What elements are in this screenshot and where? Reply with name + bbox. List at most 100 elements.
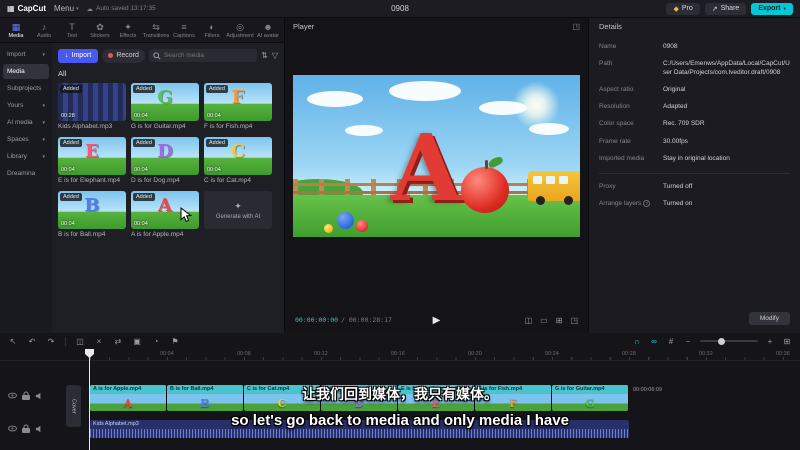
link-icon[interactable]: ∞ [649, 337, 659, 346]
ruler-label: 00:28 [622, 351, 636, 357]
sort-icon[interactable]: ⇅ [261, 51, 268, 60]
clip-letter: E [431, 397, 441, 410]
tab-captions[interactable]: ≡ Captions [170, 22, 198, 39]
search-input[interactable] [163, 52, 254, 59]
lock-track-icon[interactable] [22, 424, 30, 433]
tab-ai-avatar[interactable]: ☻ AI avatar [254, 22, 282, 39]
timeline-clip-b-ball[interactable]: B is for Ball.mp4 B [167, 385, 244, 411]
duration-label: 00:28 [61, 113, 75, 119]
player-expand-icon[interactable]: ◳ [572, 22, 580, 31]
snap-icon[interactable]: # [666, 337, 676, 346]
timeline-ruler[interactable]: 00:04 00:08 00:12 00:16 00:20 00:24 00:2… [0, 349, 800, 361]
media-card-e-elephant[interactable]: Added E 00:04 E is for Elephant.mp4 [58, 137, 126, 184]
tab-stickers[interactable]: ✿ Stickers [86, 22, 114, 39]
export-button[interactable]: Export ▾ [751, 2, 793, 15]
hide-track-icon[interactable] [8, 425, 17, 432]
media-card-kids-alphabet[interactable]: Added 00:28 Kids Alphabet.mp3 [58, 83, 126, 130]
grid-icon[interactable]: ⊞ [556, 316, 563, 325]
sidebar-item-subprojects[interactable]: Subprojects [3, 81, 49, 96]
zoom-in-icon[interactable]: + [765, 337, 775, 346]
sidebar-item-media[interactable]: Media [3, 64, 49, 79]
media-card-d-dog[interactable]: Added D 00:04 D is for Dog.mp4 [131, 137, 199, 184]
cover-button[interactable]: Cover [66, 385, 81, 427]
tab-filters[interactable]: ◐ Filters [198, 22, 226, 39]
media-card-g-guitar[interactable]: Added G 00:04 G is for Guitar.mp4 [131, 83, 199, 130]
import-button[interactable]: ↓ Import [58, 48, 99, 63]
tab-transitions[interactable]: ⇆ Transitions [142, 22, 170, 39]
speed-icon[interactable]: ◔ [151, 337, 161, 346]
clip-letter: D [354, 397, 364, 410]
mute-track-icon[interactable] [35, 392, 44, 400]
ratio-icon[interactable]: ▭ [540, 316, 548, 325]
scene-letter-a: A [390, 114, 463, 223]
mute-track-icon[interactable] [35, 425, 44, 433]
tab-audio[interactable]: ♪ Audio [30, 22, 58, 39]
fit-timeline-icon[interactable]: ⊞ [782, 337, 792, 346]
zoom-out-icon[interactable]: − [683, 337, 693, 346]
timeline-clip-f-fish[interactable]: F is for Fish.mp4 F [475, 385, 552, 411]
share-button[interactable]: ↗ Share [704, 2, 747, 15]
media-thumbnail: Added C 00:04 [204, 137, 272, 175]
tab-adjustment[interactable]: ◎ Adjustment [226, 22, 254, 39]
detail-label: Name [599, 43, 617, 50]
media-card-f-fish[interactable]: Added F 00:04 F is for Fish.mp4 [204, 83, 272, 130]
sidebar-item-library[interactable]: Library ▾ [3, 149, 49, 164]
scene-apple [461, 167, 509, 213]
chevron-down-icon: ▾ [42, 51, 45, 58]
timeline-clip-e-elephant[interactable]: E is for Elephant.mp4 E [398, 385, 475, 411]
sidebar-item-yours[interactable]: Yours ▾ [3, 98, 49, 113]
tab-media[interactable]: ▦ Media [2, 22, 30, 39]
tab-label: Effects [119, 32, 137, 39]
zoom-slider[interactable] [700, 337, 758, 345]
hide-track-icon[interactable] [8, 392, 17, 399]
pointer-tool-icon[interactable]: ↖ [8, 337, 18, 346]
mirror-preview-icon[interactable]: ◫ [525, 316, 533, 325]
clip-thumbnail: C [244, 394, 320, 411]
split-icon[interactable]: ◫ [75, 337, 85, 346]
media-thumbnail: Added G 00:04 [131, 83, 199, 121]
timeline-clip-a-apple[interactable]: A is for Apple.mp4 A [90, 385, 167, 411]
fullscreen-icon[interactable]: ◳ [570, 316, 578, 325]
detail-row-arrange-layers: Arrange layers? Turned on [599, 199, 790, 208]
menu-button[interactable]: Menu ▾ [54, 4, 79, 13]
pro-button[interactable]: ◆ Pro [666, 2, 700, 15]
timeline-clip-d-dog[interactable]: D is for Dog.mp4 D [321, 385, 398, 411]
undo-icon[interactable]: ↶ [27, 337, 37, 346]
play-button[interactable]: ▶ [433, 315, 441, 326]
redo-icon[interactable]: ↷ [46, 337, 56, 346]
media-card-b-ball[interactable]: Added B 00:04 B is for Ball.mp4 [58, 191, 126, 238]
search-box[interactable] [148, 49, 258, 62]
scene-school-bus [528, 171, 580, 205]
zoom-knob[interactable] [718, 337, 725, 345]
sidebar-item-dreamina[interactable]: Dreamina [3, 166, 49, 181]
media-card-a-apple[interactable]: Added A 00:04 A is for Apple.mp4 [131, 191, 199, 238]
timeline-clip-g-guitar[interactable]: G is for Guitar.mp4 G [552, 385, 629, 411]
share-label: Share [720, 5, 740, 12]
sidebar-item-import[interactable]: Import ▾ [3, 47, 49, 62]
delete-icon[interactable]: × [94, 337, 104, 346]
media-card-c-cat[interactable]: Added C 00:04 C is for Cat.mp4 [204, 137, 272, 184]
mark-icon[interactable]: ⚑ [170, 337, 180, 346]
crop-icon[interactable]: ▣ [132, 337, 142, 346]
tab-effects[interactable]: ✦ Effects [114, 22, 142, 39]
generate-with-ai-tile[interactable]: ✦ Generate with AI [204, 191, 272, 238]
sidebar-item-spaces[interactable]: Spaces ▾ [3, 132, 49, 147]
filter-icon[interactable]: ▽ [272, 51, 278, 60]
magnet-icon[interactable]: ∩ [632, 337, 642, 346]
mirror-icon[interactable]: ⇄ [113, 337, 123, 346]
toolbar-divider [65, 336, 66, 346]
modify-button[interactable]: Modify [748, 312, 790, 325]
tab-text[interactable]: T Text [58, 22, 86, 39]
tab-label: Stickers [90, 32, 110, 39]
timeline-clip-c-cat[interactable]: C is for Cat.mp4 C [244, 385, 321, 411]
detail-value: Rec. 709 SDR [663, 120, 705, 128]
record-button[interactable]: Record [102, 48, 145, 63]
sidebar-item-ai-media[interactable]: AI media ▾ [3, 115, 49, 130]
playhead-line[interactable] [89, 349, 90, 450]
media-name: G is for Guitar.mp4 [131, 123, 186, 130]
audio-track-clip[interactable]: Kids Alphabet.mp3 [90, 420, 629, 438]
media-name: Kids Alphabet.mp3 [58, 123, 113, 130]
detail-row-name: Name 0908 [599, 42, 790, 51]
lock-track-icon[interactable] [22, 391, 30, 400]
capcut-logo: ▦ CapCut [7, 4, 46, 13]
